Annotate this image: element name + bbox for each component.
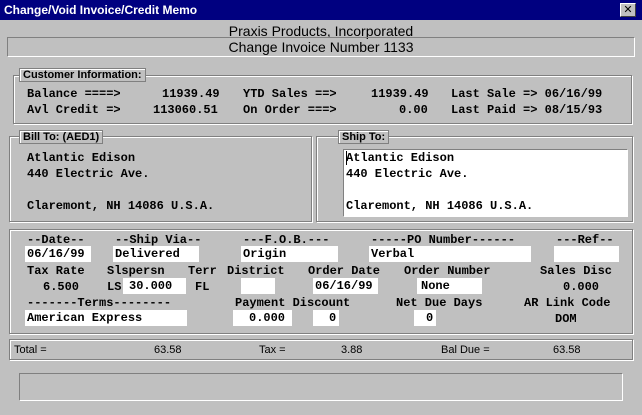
- tax-label: Tax =: [259, 344, 286, 356]
- ref-field[interactable]: [554, 246, 619, 262]
- bill-to-line-4: Claremont, NH 14086 U.S.A.: [27, 199, 215, 213]
- sales-disc-value: 0.000: [563, 280, 600, 294]
- date-label: --Date--: [27, 233, 85, 247]
- invoice-header: Change Invoice Number 1133: [7, 37, 635, 57]
- close-icon: ✕: [623, 3, 633, 16]
- payment-discount-days-field[interactable]: 0: [313, 310, 339, 326]
- window-title: Change/Void Invoice/Credit Memo: [4, 3, 198, 17]
- date-field[interactable]: 06/16/99: [25, 246, 91, 262]
- avl-credit-value: 113060.51: [153, 103, 218, 117]
- order-number-label: Order Number: [404, 264, 491, 278]
- order-date-label: Order Date: [308, 264, 381, 278]
- ytd-sales-label: YTD Sales ==>: [243, 87, 337, 101]
- ar-link-code-label: AR Link Code: [524, 296, 611, 310]
- terr-value: FL: [195, 280, 210, 294]
- ship-to-line-1: Atlantic Edison: [346, 151, 455, 165]
- district-label: District: [227, 264, 285, 278]
- fob-field[interactable]: Origin: [241, 246, 338, 262]
- ytd-sales-value: 11939.49: [371, 87, 429, 101]
- slspersn-code: LS: [107, 280, 122, 294]
- bill-to-legend: Bill To: (AED1): [19, 130, 104, 144]
- bal-due-value: 63.58: [553, 344, 581, 356]
- last-paid: Last Paid => 08/15/93: [451, 103, 603, 117]
- totals-bar: [9, 339, 633, 360]
- terr-label: Terr: [188, 264, 217, 278]
- ship-to-legend: Ship To:: [338, 130, 390, 144]
- on-order-label: On Order ===>: [243, 103, 337, 117]
- close-button[interactable]: ✕: [620, 3, 636, 17]
- bill-to-line-2: 440 Electric Ave.: [27, 167, 150, 181]
- invoice-number-title: Change Invoice Number 1133: [228, 39, 414, 55]
- slspersn-field[interactable]: 30.000: [123, 278, 186, 294]
- po-number-field[interactable]: Verbal: [369, 246, 531, 262]
- ship-via-field[interactable]: Delivered: [113, 246, 199, 262]
- bill-to-line-1: Atlantic Edison: [27, 151, 136, 165]
- ship-to-line-4: Claremont, NH 14086 U.S.A.: [346, 199, 534, 213]
- total-value: 63.58: [154, 344, 182, 356]
- payment-discount-label: Payment Discount: [235, 296, 351, 310]
- terms-label: -------Terms--------: [27, 296, 172, 310]
- avl-credit-label: Avl Credit =>: [27, 103, 121, 117]
- status-field: [19, 373, 623, 401]
- ship-via-label: --Ship Via--: [115, 233, 202, 247]
- ship-to-address-field[interactable]: Atlantic Edison 440 Electric Ave. Clarem…: [343, 149, 628, 217]
- tax-rate-label: Tax Rate: [27, 264, 85, 278]
- sales-disc-label: Sales Disc: [540, 264, 613, 278]
- ref-label: ---Ref--: [556, 233, 614, 247]
- bal-due-label: Bal Due =: [441, 344, 490, 356]
- order-date-field[interactable]: 06/16/99: [313, 278, 378, 294]
- order-number-field[interactable]: None: [417, 278, 482, 294]
- tax-value: 3.88: [341, 344, 363, 356]
- net-due-days-label: Net Due Days: [396, 296, 483, 310]
- tax-rate-value: 6.500: [43, 280, 80, 294]
- slspersn-label: Slspersn: [107, 264, 165, 278]
- on-order-value: 0.00: [399, 103, 428, 117]
- balance-value: 11939.49: [162, 87, 220, 101]
- net-due-days-field[interactable]: 0: [414, 310, 436, 326]
- customer-info-legend: Customer Information:: [19, 68, 146, 82]
- ship-to-line-2: 440 Electric Ave.: [346, 167, 469, 181]
- district-field[interactable]: [241, 278, 275, 294]
- last-sale: Last Sale => 06/16/99: [451, 87, 603, 101]
- ar-link-code-value: DOM: [555, 312, 577, 326]
- fob-label: ---F.O.B.---: [243, 233, 330, 247]
- terms-field[interactable]: American Express: [25, 310, 187, 326]
- text-cursor: [346, 151, 347, 165]
- total-label: Total =: [14, 344, 47, 356]
- title-bar: Change/Void Invoice/Credit Memo ✕: [0, 0, 642, 20]
- po-number-label: -----PO Number------: [371, 233, 516, 247]
- payment-discount-field[interactable]: 0.000: [233, 310, 292, 326]
- balance-label: Balance ====>: [27, 87, 121, 101]
